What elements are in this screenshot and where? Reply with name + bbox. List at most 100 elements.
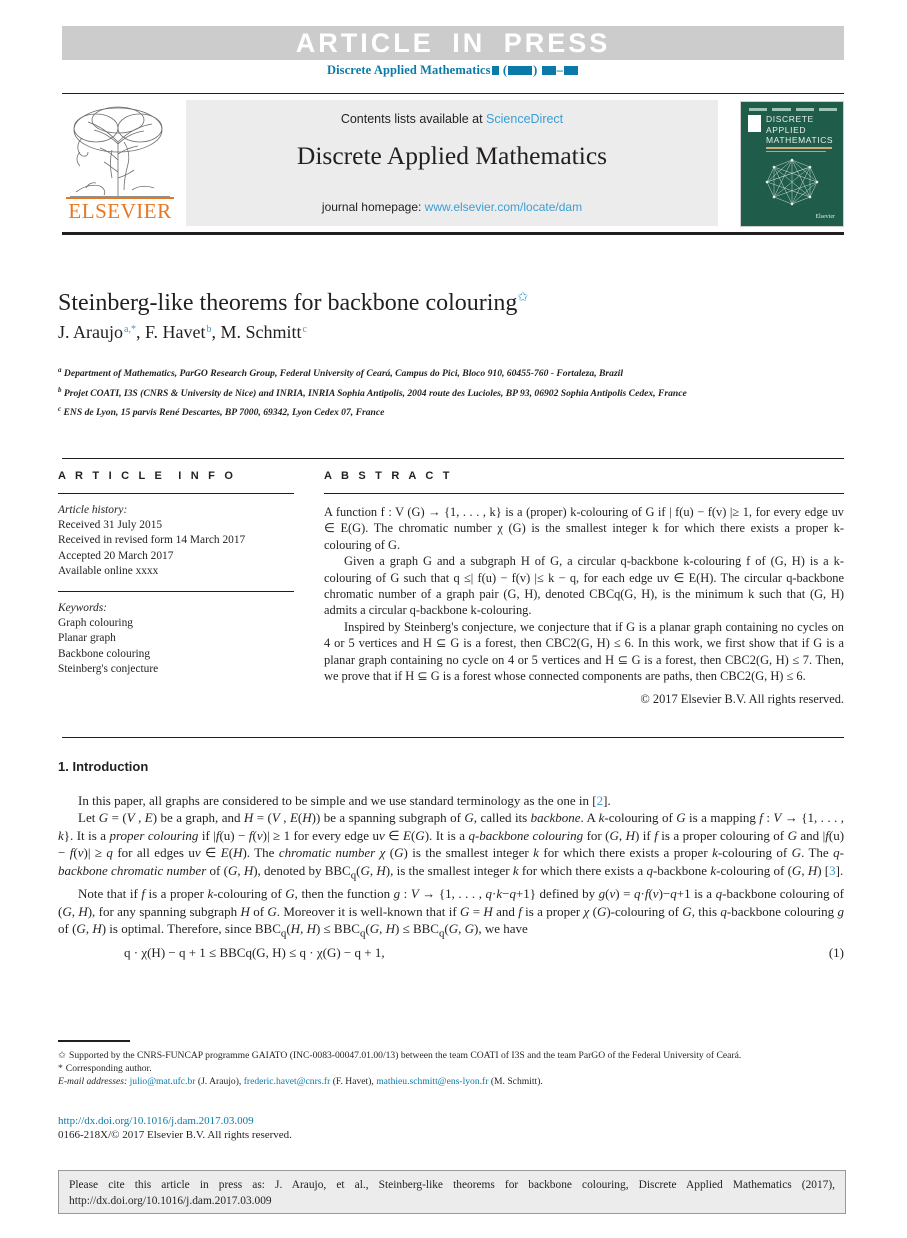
history-item: Available online xxxx: [58, 564, 159, 577]
email-person: (M. Schmitt).: [490, 1076, 543, 1088]
footnote-funding-marker: ✩: [58, 1050, 67, 1061]
author-name: J. Araujo: [58, 322, 123, 342]
cover-title-line1: DISCRETE: [766, 114, 814, 124]
affiliation-marker: c: [58, 405, 62, 413]
email-link[interactable]: julio@mat.ufc.br: [130, 1076, 196, 1087]
abstract-paragraph: Given a graph G and a subgraph H of G, a…: [324, 554, 844, 618]
cover-graph-illustration: [765, 158, 819, 206]
contents-lists-line: Contents lists available at ScienceDirec…: [186, 112, 718, 126]
cover-title: DISCRETE APPLIED MATHEMATICS: [766, 114, 833, 146]
email-person: (F. Havet),: [332, 1076, 374, 1088]
abstract-column: A B S T R A C T A function f : V (G) → {…: [324, 470, 844, 708]
author-affil-marker[interactable]: a,*: [123, 324, 136, 335]
equation-expression: q · χ(H) − q + 1 ≤ BBCq(G, H) ≤ q · χ(G)…: [124, 944, 385, 960]
keyword-item: Backbone colouring: [58, 647, 151, 660]
sciencedirect-link[interactable]: ScienceDirect: [486, 112, 563, 126]
author-name: M. Schmitt: [220, 322, 302, 342]
article-info-rule: [58, 493, 294, 494]
page-title-text: Steinberg-like theorems for backbone col…: [58, 290, 518, 316]
author-affil-marker[interactable]: c: [302, 324, 307, 335]
cover-title-line2: APPLIED: [766, 124, 807, 135]
title-footnote-marker: ✩: [517, 289, 529, 304]
affiliation-marker: a: [58, 366, 62, 374]
email-link[interactable]: mathieu.schmitt@ens-lyon.fr: [376, 1076, 488, 1087]
author-affil-marker[interactable]: b: [206, 324, 212, 335]
affiliation-item: a Department of Mathematics, ParGO Resea…: [58, 364, 698, 381]
cite-line-1: Please cite this article in press as: J.…: [69, 1179, 835, 1191]
affiliation-marker: b: [58, 385, 62, 394]
page-title: Steinberg-like theorems for backbone col…: [58, 283, 778, 317]
elsevier-logo: ELSEVIER: [62, 100, 178, 226]
footnote-corresponding: * Corresponding author.: [58, 1062, 844, 1075]
keywords-label: Keywords:: [58, 602, 107, 615]
article-in-press-banner: ARTICLE IN PRESS: [62, 26, 844, 60]
email-link[interactable]: frederic.havet@cnrs.fr: [244, 1076, 331, 1087]
cite-this-article-box: Please cite this article in press as: J.…: [58, 1170, 846, 1214]
abstract-paragraph: A function f : V (G) → {1, . . . , k} is…: [324, 505, 844, 552]
volume-placeholder: [491, 66, 499, 75]
footnote-corresponding-marker: *: [58, 1063, 63, 1075]
footnote-corresponding-text: Corresponding author.: [65, 1063, 152, 1075]
abstract-heading: A B S T R A C T: [324, 470, 453, 482]
info-band-bottom-rule: [62, 737, 844, 738]
affiliation-text: ENS de Lyon, 15 parvis René Descartes, B…: [63, 407, 385, 418]
abstract-body: A function f : V (G) → {1, . . . , k} is…: [324, 504, 844, 708]
article-history: Article history: Received 31 July 2015 R…: [58, 503, 294, 579]
journal-homepage-link[interactable]: www.elsevier.com/locate/dam: [425, 200, 582, 214]
email-label: E-mail addresses:: [58, 1076, 128, 1088]
year-placeholder: [508, 66, 533, 75]
journal-homepage-line: journal homepage: www.elsevier.com/locat…: [186, 200, 718, 214]
article-history-label: Article history:: [58, 504, 128, 516]
cover-topbar: [749, 107, 837, 111]
section-heading: 1. Introduction: [58, 758, 844, 776]
equation-number: (1): [828, 944, 844, 960]
page-end-placeholder: [564, 66, 578, 75]
abstract-rule: [324, 493, 844, 494]
reference-link-2[interactable]: 2: [597, 793, 604, 808]
cover-accent-rule: [766, 147, 832, 149]
author-name: F. Havet: [144, 322, 206, 342]
journal-title: Discrete Applied Mathematics: [296, 141, 608, 170]
homepage-prefix: journal homepage:: [321, 200, 425, 214]
footnote-funding: ✩ Supported by the CNRS-FUNCAP programme …: [58, 1049, 844, 1062]
article-info-column: A R T I C L E I N F O Article history: R…: [58, 470, 294, 677]
affiliation-text: Department of Mathematics, ParGO Researc…: [63, 368, 624, 379]
section-number: 1.: [58, 759, 69, 774]
contents-lists-prefix: Contents lists available at: [340, 112, 487, 126]
journal-cover-thumbnail: DISCRETE APPLIED MATHEMATICS Elsevier: [740, 101, 844, 227]
section-title: Introduction: [72, 759, 149, 774]
keywords-list: Keywords: Graph colouring Planar graph B…: [58, 601, 294, 677]
abstract-copyright: © 2017 Elsevier B.V. All rights reserved…: [640, 692, 844, 707]
elsevier-wordmark: ELSEVIER: [68, 199, 172, 223]
article-in-press-label: ARTICLE IN PRESS: [295, 27, 611, 58]
history-item: Received 31 July 2015: [58, 519, 163, 532]
elsevier-tree-icon: [70, 106, 170, 198]
body-paragraph-1: In this paper, all graphs are considered…: [78, 792, 611, 808]
footnote-funding-text: Supported by the CNRS-FUNCAP programme G…: [69, 1050, 742, 1061]
email-person: (J. Araujo),: [197, 1076, 242, 1088]
body-paragraph-3: Note that if f is a proper k-colouring o…: [58, 886, 845, 940]
doi-link[interactable]: http://dx.doi.org/10.1016/j.dam.2017.03.…: [58, 1115, 254, 1127]
issn-copyright-line: 0166-218X/© 2017 Elsevier B.V. All right…: [58, 1129, 292, 1141]
history-item: Received in revised form 14 March 2017: [58, 534, 246, 547]
keywords-rule: [58, 591, 294, 593]
affiliation-item: b Projet COATI, I3S (CNRS & University d…: [58, 384, 698, 401]
article-body: 1. Introduction In this paper, all graph…: [58, 758, 844, 961]
cover-elsevier-mark: [748, 115, 761, 132]
affiliation-item: c ENS de Lyon, 15 parvis René Descartes,…: [58, 403, 698, 420]
running-head-journal: Discrete Applied Mathematics: [326, 63, 491, 77]
footnote-emails: E-mail addresses: julio@mat.ufc.br (J. A…: [58, 1075, 844, 1088]
running-head: Discrete Applied Mathematics () –: [62, 63, 844, 78]
masthead-bottom-rule: [62, 232, 844, 235]
reference-link-3[interactable]: 3: [829, 863, 836, 878]
keyword-item: Graph colouring: [58, 617, 133, 630]
abstract-paragraph: Inspired by Steinberg's conjecture, we c…: [324, 619, 844, 684]
history-item: Accepted 20 March 2017: [58, 549, 174, 562]
footnote-rule: [58, 1040, 130, 1042]
cite-line-2: http://dx.doi.org/10.1016/j.dam.2017.03.…: [69, 1194, 272, 1207]
article-info-heading: A R T I C L E I N F O: [58, 470, 237, 482]
masthead-top-rule: [62, 93, 844, 94]
footnote-block: ✩ Supported by the CNRS-FUNCAP programme …: [58, 1049, 844, 1089]
author-list: J. Araujoa,*, F. Havetb, M. Schmittc: [58, 322, 307, 342]
equation-1: q · χ(H) − q + 1 ≤ BBCq(G, H) ≤ q · χ(G)…: [58, 944, 844, 962]
